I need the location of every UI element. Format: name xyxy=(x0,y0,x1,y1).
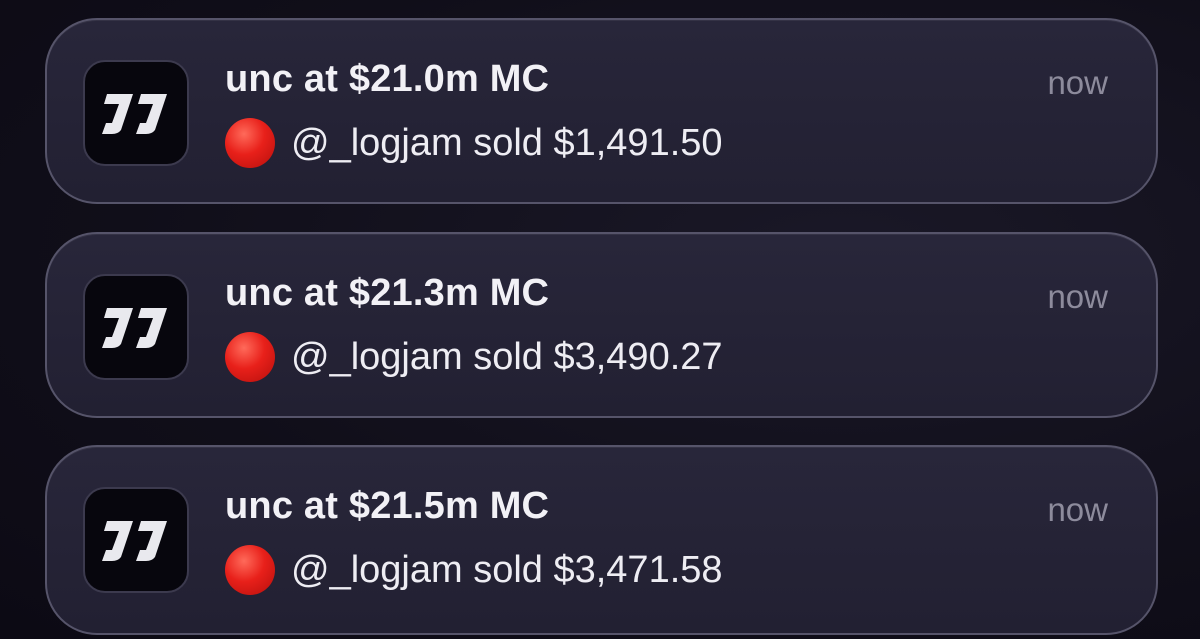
notification-card[interactable]: unc at $21.5m MC now @_logjam sold $3,47… xyxy=(45,445,1158,635)
jj-logo-icon xyxy=(83,274,189,380)
jj-logo-icon xyxy=(83,487,189,593)
red-circle-icon xyxy=(225,545,275,595)
notification-time: now xyxy=(1047,491,1108,528)
notification-title: unc at $21.3m MC xyxy=(225,272,550,314)
notification-stack: unc at $21.0m MC now @_logjam sold $1,49… xyxy=(0,0,1200,639)
notification-card[interactable]: unc at $21.3m MC now @_logjam sold $3,49… xyxy=(45,232,1158,418)
notification-body: @_logjam sold $3,471.58 xyxy=(225,545,723,595)
notification-time: now xyxy=(1047,278,1108,315)
notification-card[interactable]: unc at $21.0m MC now @_logjam sold $1,49… xyxy=(45,18,1158,204)
notification-time: now xyxy=(1047,64,1108,101)
notification-body-text: @_logjam sold $3,471.58 xyxy=(291,548,723,591)
notification-title: unc at $21.0m MC xyxy=(225,58,550,100)
notification-body: @_logjam sold $1,491.50 xyxy=(225,118,723,168)
jj-logo-icon xyxy=(83,60,189,166)
notification-body-text: @_logjam sold $1,491.50 xyxy=(291,121,723,164)
notification-title: unc at $21.5m MC xyxy=(225,485,550,527)
red-circle-icon xyxy=(225,332,275,382)
notification-body-text: @_logjam sold $3,490.27 xyxy=(291,335,723,378)
notification-body: @_logjam sold $3,490.27 xyxy=(225,332,723,382)
red-circle-icon xyxy=(225,118,275,168)
